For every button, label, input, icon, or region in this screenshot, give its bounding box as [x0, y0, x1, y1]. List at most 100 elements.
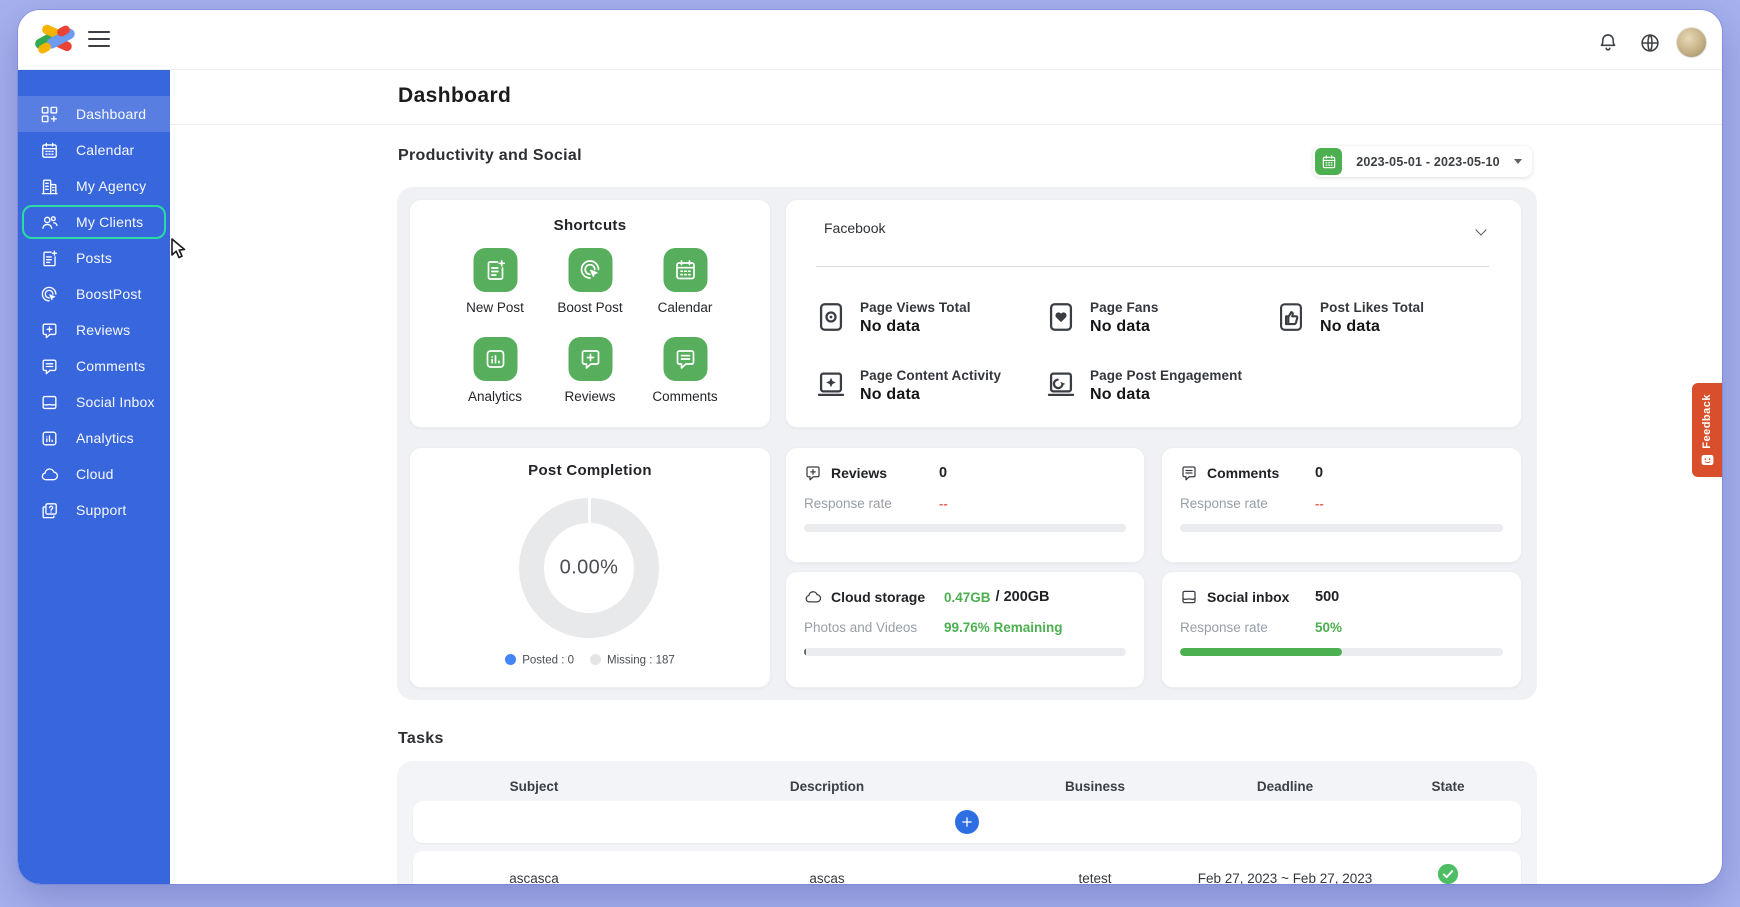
cloud-icon: [804, 588, 822, 606]
cloud-storage-card: Cloud storage 0.47GB / 200GB Photos and …: [785, 571, 1145, 688]
sidebar-item-label: Reviews: [76, 322, 130, 338]
calendar-button[interactable]: [1315, 148, 1342, 175]
reviews-summary-card: Reviews 0 Response rate --: [785, 447, 1145, 563]
sidebar-item-reviews[interactable]: Reviews: [18, 312, 170, 348]
network-select[interactable]: Facebook: [824, 220, 885, 236]
shortcuts-title: Shortcuts: [410, 217, 770, 234]
app-logo[interactable]: [32, 21, 78, 59]
task-subject: ascasca: [509, 871, 559, 884]
cloud-progress-bar: [804, 648, 1126, 656]
help-icon: [40, 501, 59, 520]
calendar-icon: [663, 248, 707, 292]
legend-posted: Posted : 0: [505, 654, 574, 667]
notifications-bell-icon[interactable]: [1597, 32, 1619, 54]
comments-icon: [1180, 464, 1198, 482]
social-inbox-card: Social inbox 500 Response rate 50%: [1161, 571, 1522, 688]
inbox-icon: [40, 393, 59, 412]
shortcut-analytics[interactable]: Analytics: [448, 337, 543, 404]
date-range-value: 2023-05-01 - 2023-05-10: [1342, 155, 1514, 169]
donut-legend: Posted : 0 Missing : 187: [410, 654, 770, 667]
sidebar-item-label: Social Inbox: [76, 394, 155, 410]
post-completion-title: Post Completion: [410, 462, 770, 479]
main-content: Productivity and Social 2023-05-01 - 202…: [170, 125, 1722, 884]
sidebar-item-label: Analytics: [76, 430, 134, 446]
sidebar-item-my-agency[interactable]: My Agency: [18, 168, 170, 204]
comments-summary-card: Comments 0 Response rate --: [1161, 447, 1522, 563]
bar-chart-icon: [40, 429, 59, 448]
shortcuts-card: Shortcuts New Post Boost Post Calendar: [409, 199, 771, 428]
sidebar-item-comments[interactable]: Comments: [18, 348, 170, 384]
comments-response-rate: --: [1315, 496, 1324, 511]
comments-count: 0: [1315, 465, 1323, 481]
language-globe-icon[interactable]: [1639, 32, 1661, 54]
date-range-picker[interactable]: 2023-05-01 - 2023-05-10: [1313, 146, 1532, 177]
add-task-button[interactable]: [955, 810, 979, 834]
user-avatar[interactable]: [1676, 27, 1707, 58]
stat-post-engagement: Page Post Engagement No data: [1044, 368, 1242, 404]
post-add-icon: [40, 249, 59, 268]
calendar-icon: [40, 141, 59, 160]
sidebar-item-calendar[interactable]: Calendar: [18, 132, 170, 168]
inbox-response-rate: 50%: [1315, 620, 1342, 635]
task-state-done-icon: [1437, 863, 1459, 884]
reviews-icon: [568, 337, 612, 381]
sidebar-item-boostpost[interactable]: BoostPost: [18, 276, 170, 312]
boost-post-icon: [568, 248, 612, 292]
reviews-progress-bar: [804, 524, 1126, 532]
task-row[interactable]: ascasca ascas tetest Feb 27, 2023 ~ Feb …: [413, 851, 1521, 884]
post-completion-donut-chart: 0.00%: [519, 498, 659, 638]
content-activity-icon: [814, 368, 848, 402]
inbox-icon: [1180, 588, 1198, 606]
menu-toggle-icon[interactable]: [88, 31, 110, 49]
sidebar-item-label: Calendar: [76, 142, 134, 158]
shortcut-calendar[interactable]: Calendar: [638, 248, 733, 315]
cloud-used: 0.47GB: [944, 590, 991, 605]
tasks-col-description: Description: [790, 779, 864, 794]
inbox-count: 500: [1315, 589, 1339, 605]
reviews-icon: [804, 464, 822, 482]
analytics-icon: [473, 337, 517, 381]
shortcut-comments[interactable]: Comments: [638, 337, 733, 404]
stat-content-activity: Page Content Activity No data: [814, 368, 1001, 404]
mouse-cursor: [170, 238, 189, 259]
select-underline: [816, 266, 1489, 267]
chevron-down-icon[interactable]: [1475, 224, 1486, 235]
page-views-icon: [814, 300, 848, 334]
task-description: ascas: [809, 871, 844, 884]
tasks-col-deadline: Deadline: [1257, 779, 1313, 794]
legend-missing: Missing : 187: [590, 654, 675, 667]
feedback-label: Feedback: [1701, 394, 1713, 449]
sidebar-item-support[interactable]: Support: [18, 492, 170, 528]
sidebar-item-cloud[interactable]: Cloud: [18, 456, 170, 492]
building-icon: [40, 177, 59, 196]
reviews-count: 0: [939, 465, 947, 481]
feedback-tab[interactable]: Feedback: [1692, 383, 1722, 477]
task-business: tetest: [1078, 871, 1111, 884]
sidebar-item-social-inbox[interactable]: Social Inbox: [18, 384, 170, 420]
comment-bubble-icon: [40, 357, 59, 376]
sidebar-item-label: Cloud: [76, 466, 114, 482]
page-fans-icon: [1044, 300, 1078, 334]
review-bubble-icon: [40, 321, 59, 340]
sidebar-item-dashboard[interactable]: Dashboard: [18, 96, 170, 132]
sidebar-item-analytics[interactable]: Analytics: [18, 420, 170, 456]
sidebar-item-my-clients[interactable]: My Clients: [18, 204, 170, 240]
dashboard-icon: [40, 105, 59, 124]
shortcut-new-post[interactable]: New Post: [448, 248, 543, 315]
comments-progress-bar: [1180, 524, 1503, 532]
sidebar-item-label: Support: [76, 502, 126, 518]
section-title-productivity: Productivity and Social: [398, 147, 582, 165]
calendar-icon: [1321, 154, 1337, 170]
reviews-response-rate: --: [939, 496, 948, 511]
shortcut-boost-post[interactable]: Boost Post: [543, 248, 638, 315]
sidebar-item-label: My Clients: [76, 214, 143, 230]
page-title: Dashboard: [398, 84, 511, 108]
cloud-total: / 200GB: [996, 589, 1050, 605]
sidebar-item-label: Posts: [76, 250, 112, 266]
app-window: Dashboard Calendar My Agency My Clients …: [18, 10, 1722, 884]
social-stats-card: Facebook Page Views Total No data Page F…: [785, 199, 1522, 428]
shortcut-reviews[interactable]: Reviews: [543, 337, 638, 404]
sidebar: Dashboard Calendar My Agency My Clients …: [18, 70, 170, 884]
page-header: Dashboard: [170, 70, 1722, 125]
sidebar-item-posts[interactable]: Posts: [18, 240, 170, 276]
